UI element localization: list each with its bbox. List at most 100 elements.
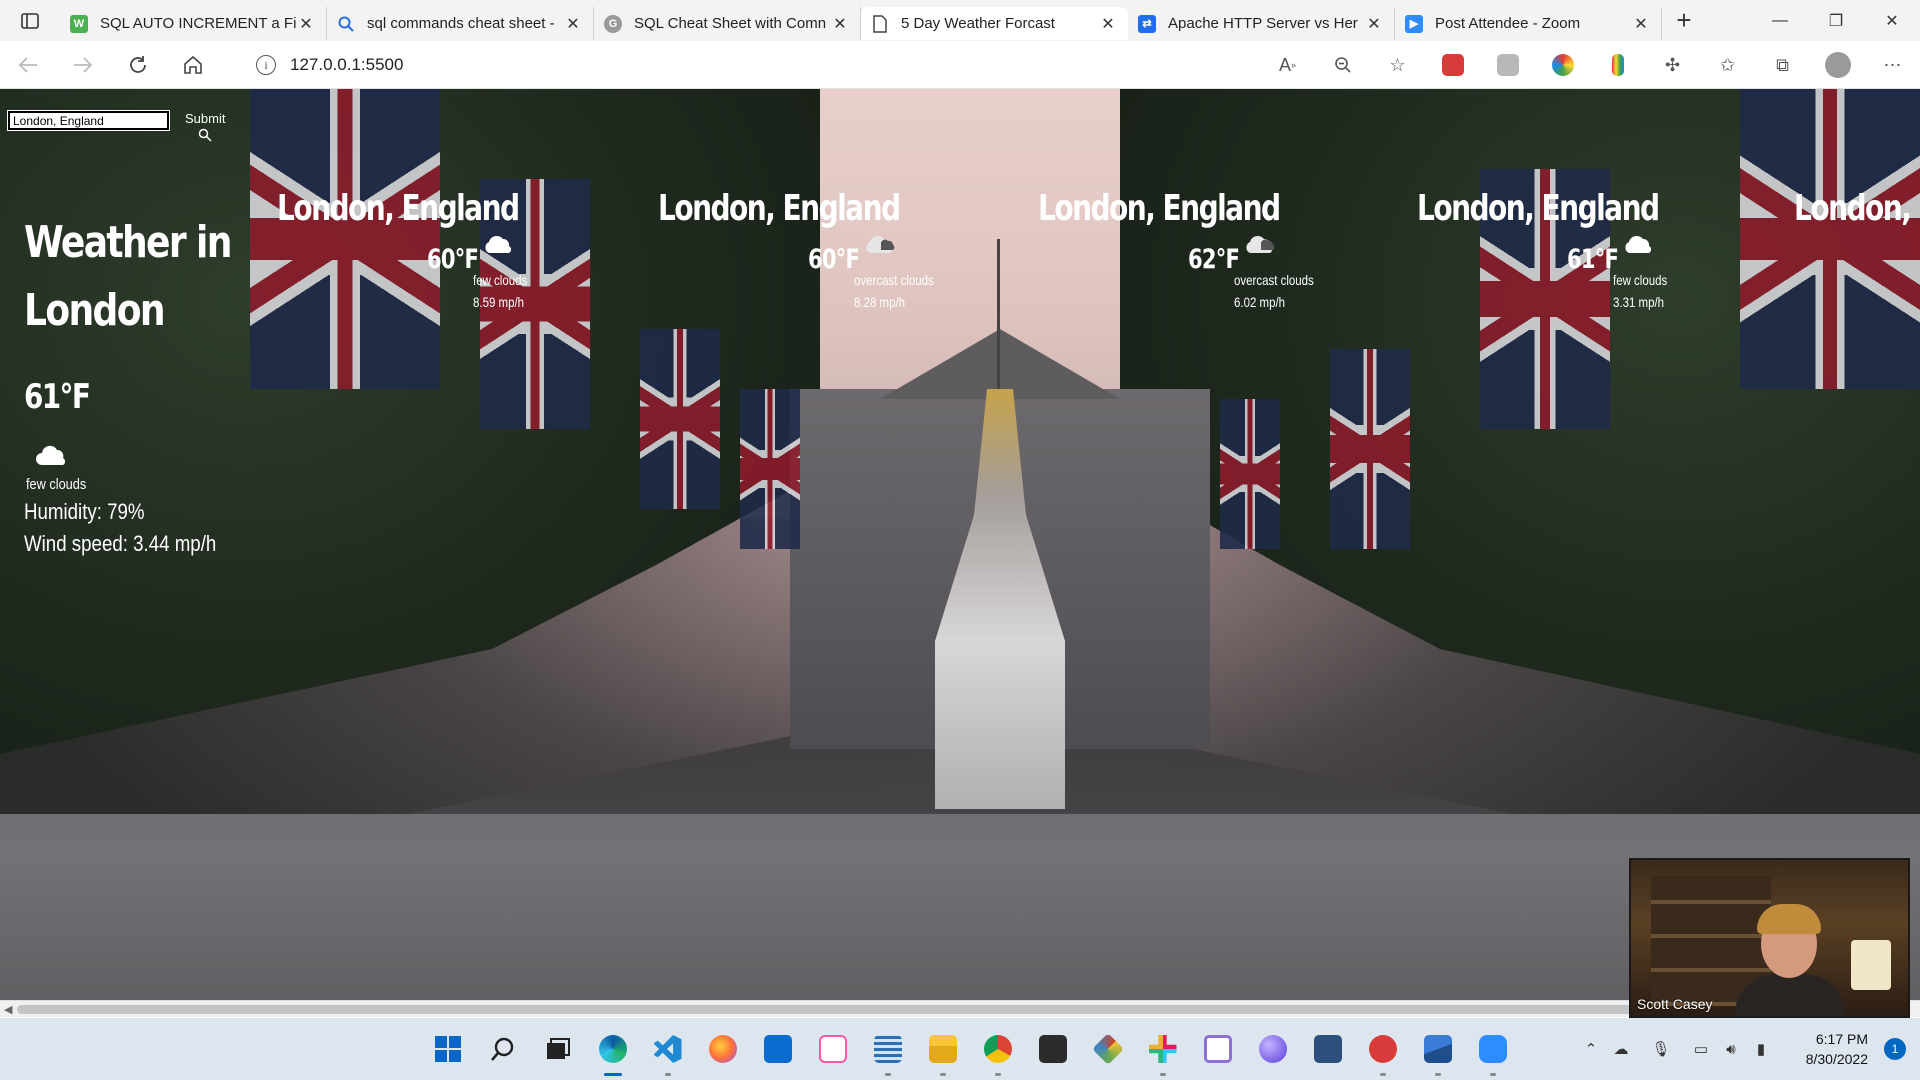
app-icon[interactable] [1245,1018,1300,1080]
globe-icon: G [604,14,622,33]
forward-arrow-icon [73,56,92,73]
forecast-temp: 61°F [1567,244,1619,275]
battery-icon[interactable]: ▮ [1746,1018,1776,1080]
close-tab-icon[interactable]: ✕ [563,14,583,34]
extensions-puzzle-icon[interactable]: ✣ [1645,41,1700,89]
close-tab-icon[interactable]: ✕ [830,14,850,34]
collections-icon[interactable]: ⧉ [1755,41,1810,89]
taskbar-clock[interactable]: 6:17 PM 8/30/2022 [1776,1029,1876,1069]
browser-tab[interactable]: W SQL AUTO INCREMENT a Fi ✕ [60,7,327,40]
forecast-temp: 60°F [808,244,860,275]
browser-tab[interactable]: sql commands cheat sheet - ✕ [327,7,594,40]
forward-button[interactable] [55,41,110,89]
zoom-video-tile[interactable]: Scott Casey [1629,858,1910,1018]
browser-tab[interactable]: ▶ Post Attendee - Zoom ✕ [1395,7,1662,40]
current-weather-title: Weather in London [24,217,232,336]
cloud-icon [36,445,66,465]
profile-avatar-icon[interactable] [1810,41,1865,89]
more-menu-icon[interactable]: ⋯ [1865,41,1920,89]
volume-icon[interactable]: 🔊︎ [1716,1018,1746,1080]
tab-actions-button[interactable] [0,0,60,41]
edge-icon[interactable] [585,1018,640,1080]
home-icon [183,55,202,74]
scrollbar-thumb[interactable] [17,1005,1897,1014]
forecast-wind: 8.59 mp/h [473,294,525,310]
browser-tab[interactable]: ⇄ Apache HTTP Server vs Her ✕ [1128,7,1395,40]
photos-icon[interactable] [1410,1018,1465,1080]
search-icon [198,128,212,142]
forecast-city: London, England [658,188,901,229]
forecast-wind: 6.02 mp/h [1234,294,1286,310]
read-aloud-icon[interactable]: A» [1260,41,1315,89]
participant-name: Scott Casey [1637,996,1713,1012]
microphone-icon[interactable]: 🎙︎ [1636,1018,1686,1080]
restore-icon[interactable]: ❐ [1808,0,1864,41]
submit-button[interactable]: Submit [185,111,225,142]
extension-icon[interactable] [1480,41,1535,89]
minimize-icon[interactable]: — [1752,0,1808,41]
forecast-card: London, England 61°F few clouds 3.31 mp/… [1417,184,1717,310]
task-view-icon[interactable] [530,1018,585,1080]
snipping-tool-icon[interactable] [1190,1018,1245,1080]
background-flagpole [997,239,1000,399]
search-icon[interactable] [475,1018,530,1080]
close-tab-icon[interactable]: ✕ [1364,14,1384,34]
chevron-up-icon[interactable]: ⌃ [1576,1018,1606,1080]
notification-badge[interactable]: 1 [1884,1038,1906,1060]
url-field[interactable]: i 127.0.0.1:5500 [236,47,1296,83]
file-explorer-icon[interactable] [915,1018,970,1080]
tab-title: SQL AUTO INCREMENT a Fi [100,15,296,32]
extension-icon[interactable] [1535,41,1590,89]
tab-actions-icon [21,12,39,29]
favorites-icon[interactable]: ✩ [1700,41,1755,89]
forecast-city: London, England [1794,188,1920,229]
home-button[interactable] [165,41,220,89]
firefox-icon[interactable] [695,1018,750,1080]
taskbar-apps [420,1018,1520,1080]
chrome-icon[interactable] [970,1018,1025,1080]
union-flag-image [640,329,720,509]
refresh-button[interactable] [110,41,165,89]
submit-label: Submit [185,111,226,126]
tab-title: Apache HTTP Server vs Her [1168,15,1358,32]
close-tab-icon[interactable]: ✕ [296,14,316,34]
site-info-icon[interactable]: i [256,55,276,75]
participant-body [1735,974,1845,1016]
vscode-icon[interactable] [640,1018,695,1080]
tab-title: sql commands cheat sheet - [367,15,555,32]
slack-icon[interactable] [1135,1018,1190,1080]
new-tab-button[interactable]: + [1662,5,1706,36]
forecast-city: London, England [1417,188,1660,229]
city-search-form: Submit [7,110,225,142]
network-icon[interactable]: ▭ [1686,1018,1716,1080]
add-favorite-icon[interactable]: ☆ [1370,41,1425,89]
scroll-left-icon[interactable]: ◀ [4,1003,12,1016]
tab-title: 5 Day Weather Forcast [901,15,1055,32]
back-button[interactable] [0,41,55,89]
close-tab-icon[interactable]: ✕ [1098,14,1118,34]
zoom-out-icon[interactable] [1315,41,1370,89]
app-icon[interactable] [1080,1018,1135,1080]
app-icon[interactable] [1300,1018,1355,1080]
close-window-icon[interactable]: ✕ [1864,0,1920,41]
city-search-input[interactable] [7,110,170,131]
system-tray: ⌃ ☁ 🎙︎ ▭ 🔊︎ ▮ 6:17 PM 8/30/2022 1 [1576,1018,1920,1080]
cloud-icon [1625,235,1652,253]
extension-icon[interactable] [1425,41,1480,89]
extension-icon[interactable] [1590,41,1645,89]
browser-tab-active[interactable]: 5 Day Weather Forcast ✕ [861,7,1128,40]
itunes-icon[interactable] [805,1018,860,1080]
zoom-icon[interactable] [1465,1018,1520,1080]
app-icon[interactable] [1355,1018,1410,1080]
windows-start-icon[interactable] [420,1018,475,1080]
close-tab-icon[interactable]: ✕ [1631,14,1651,34]
forecast-card: London, England 62°F overcast clouds 6.0… [1038,184,1338,310]
document-icon [871,14,889,33]
url-text: 127.0.0.1:5500 [290,55,404,74]
onedrive-cloud-icon[interactable]: ☁ [1606,1018,1636,1080]
browser-tab[interactable]: G SQL Cheat Sheet with Comn ✕ [594,7,861,40]
terminal-icon[interactable] [1025,1018,1080,1080]
notepad-icon[interactable] [860,1018,915,1080]
outlook-icon[interactable] [750,1018,805,1080]
forecast-card: London, England 60°F overcast clouds 8.2… [658,184,958,310]
